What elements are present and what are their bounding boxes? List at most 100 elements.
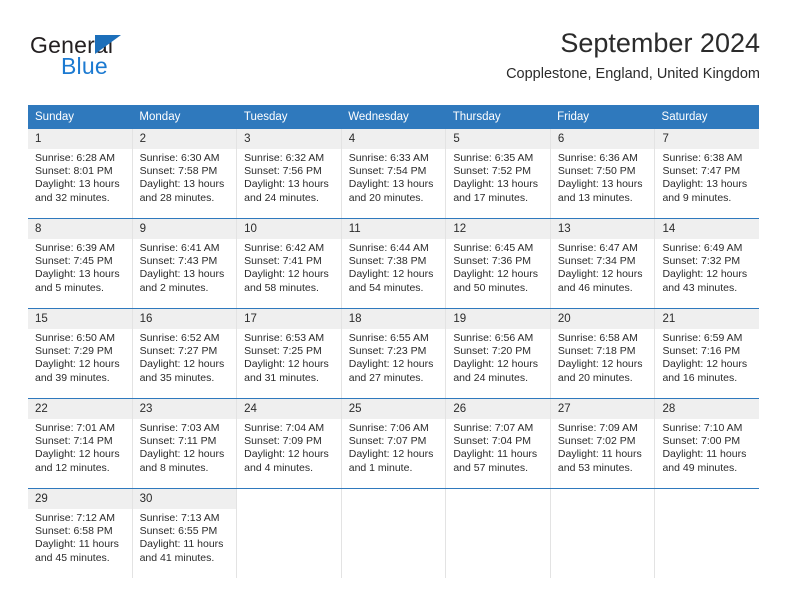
day-number: 28: [655, 399, 760, 419]
day-header-monday: Monday: [139, 111, 181, 123]
calendar-day-cell[interactable]: 27 Sunrise: 7:09 AM Sunset: 7:02 PM Dayligh…: [550, 399, 656, 488]
sunset-text: Sunset: 7:47 PM: [662, 165, 741, 178]
calendar-day-cell[interactable]: 28 Sunrise: 7:10 AM Sunset: 7:00 PM Dayligh…: [655, 399, 760, 488]
calendar-day-cell[interactable]: 13 Sunrise: 6:47 AM Sunset: 7:34 PM Dayligh…: [550, 219, 656, 308]
day-number: 8: [28, 219, 132, 239]
sunrise-text: Sunrise: 6:44 AM: [348, 242, 429, 254]
day-number: 27: [550, 399, 655, 419]
calendar-day-cell[interactable]: 18 Sunrise: 6:55 AM Sunset: 7:23 PM Dayligh…: [341, 309, 447, 398]
calendar-day-cell[interactable]: 24 Sunrise: 7:04 AM Sunset: 7:09 PM Dayligh…: [237, 399, 342, 488]
day-number: [446, 489, 550, 509]
calendar-week-row: 29 Sunrise: 7:12 AM Sunset: 6:58 PM Dayligh…: [28, 488, 760, 578]
calendar-day-cell[interactable]: 8 Sunrise: 6:39 AM Sunset: 7:45 PM Daylight…: [28, 219, 133, 308]
calendar-day-cell[interactable]: 23 Sunrise: 7:03 AM Sunset: 7:11 PM Dayligh…: [132, 399, 238, 488]
day-number: 3: [237, 129, 341, 149]
day-number: 2: [132, 129, 237, 149]
calendar-day-cell[interactable]: 7 Sunrise: 6:38 AM Sunset: 7:47 PM Daylight…: [655, 129, 760, 218]
sunset-text: Sunset: 7:50 PM: [557, 165, 636, 178]
day-details: Sunrise: 7:04 AM Sunset: 7:09 PM Daylight:…: [237, 419, 341, 481]
daylight-text: Daylight: 13 hours and 28 minutes.: [139, 178, 225, 204]
day-details: Sunrise: 7:03 AM Sunset: 7:11 PM Daylight:…: [133, 419, 237, 481]
calendar-week-row: 22 Sunrise: 7:01 AM Sunset: 7:14 PM Dayligh…: [28, 398, 760, 488]
calendar-day-cell[interactable]: 26 Sunrise: 7:07 AM Sunset: 7:04 PM Dayligh…: [446, 399, 551, 488]
calendar-day-cell[interactable]: 9 Sunrise: 6:41 AM Sunset: 7:43 PM Daylight…: [132, 219, 238, 308]
sunset-text: Sunset: 7:58 PM: [139, 165, 218, 178]
sunset-text: Sunset: 7:52 PM: [453, 165, 531, 178]
sunrise-text: Sunrise: 6:28 AM: [35, 152, 115, 164]
sunrise-text: Sunrise: 6:33 AM: [348, 152, 429, 164]
sunrise-text: Sunrise: 6:39 AM: [35, 242, 115, 254]
sunset-text: Sunset: 7:00 PM: [662, 435, 741, 448]
sunrise-text: Sunrise: 6:45 AM: [453, 242, 534, 254]
daylight-text: Daylight: 13 hours and 17 minutes.: [453, 178, 538, 204]
day-details: Sunrise: 6:41 AM Sunset: 7:43 PM Daylight:…: [133, 239, 237, 301]
sunset-text: Sunset: 7:14 PM: [35, 435, 113, 448]
calendar-day-cell[interactable]: 29 Sunrise: 7:12 AM Sunset: 6:58 PM Dayligh…: [28, 489, 133, 578]
page-subtitle: Copplestone, England, United Kingdom: [506, 66, 760, 82]
daylight-text: Daylight: 11 hours and 49 minutes.: [662, 448, 747, 474]
page-title: September 2024: [560, 28, 760, 58]
day-details: Sunrise: 7:13 AM Sunset: 6:55 PM Daylight:…: [133, 509, 237, 571]
calendar-day-cell[interactable]: 14 Sunrise: 6:49 AM Sunset: 7:32 PM Dayligh…: [655, 219, 760, 308]
calendar-day-cell[interactable]: 20 Sunrise: 6:58 AM Sunset: 7:18 PM Dayligh…: [550, 309, 656, 398]
day-details: Sunrise: 6:36 AM Sunset: 7:50 PM Daylight:…: [551, 149, 655, 211]
calendar-day-cell[interactable]: 1 Sunrise: 6:28 AM Sunset: 8:01 PM Daylight…: [28, 129, 133, 218]
daylight-text: Daylight: 11 hours and 57 minutes.: [453, 448, 538, 474]
calendar-day-cell[interactable]: 16 Sunrise: 6:52 AM Sunset: 7:27 PM Dayligh…: [132, 309, 238, 398]
day-number: 22: [28, 399, 132, 419]
calendar-cell-empty: [655, 489, 760, 578]
sunrise-text: Sunrise: 6:50 AM: [35, 332, 115, 344]
logo-word-blue: Blue: [61, 53, 108, 79]
sunrise-text: Sunrise: 7:01 AM: [35, 422, 115, 434]
calendar-day-cell[interactable]: 22 Sunrise: 7:01 AM Sunset: 7:14 PM Dayligh…: [28, 399, 133, 488]
calendar-day-cell[interactable]: 30 Sunrise: 7:13 AM Sunset: 6:55 PM Dayligh…: [132, 489, 238, 578]
day-details: Sunrise: 6:59 AM Sunset: 7:16 PM Daylight:…: [655, 329, 759, 391]
day-number: 7: [655, 129, 760, 149]
calendar-day-cell[interactable]: 4 Sunrise: 6:33 AM Sunset: 7:54 PM Daylight…: [341, 129, 447, 218]
sunrise-text: Sunrise: 6:42 AM: [244, 242, 325, 254]
calendar-day-cell[interactable]: 25 Sunrise: 7:06 AM Sunset: 7:07 PM Dayligh…: [341, 399, 447, 488]
daylight-text: Daylight: 12 hours and 27 minutes.: [348, 358, 434, 384]
calendar-day-cell[interactable]: 3 Sunrise: 6:32 AM Sunset: 7:56 PM Daylight…: [237, 129, 342, 218]
day-number: 14: [655, 219, 760, 239]
daylight-text: Daylight: 13 hours and 32 minutes.: [35, 178, 120, 204]
calendar-day-cell[interactable]: 17 Sunrise: 6:53 AM Sunset: 7:25 PM Dayligh…: [237, 309, 342, 398]
sunrise-text: Sunrise: 6:55 AM: [348, 332, 429, 344]
calendar-grid: Sunday Monday Tuesday Wednesday Thursday…: [28, 105, 760, 578]
calendar-day-cell[interactable]: 10 Sunrise: 6:42 AM Sunset: 7:41 PM Dayligh…: [237, 219, 342, 308]
day-details: Sunrise: 7:09 AM Sunset: 7:02 PM Daylight:…: [551, 419, 655, 481]
day-number: 21: [655, 309, 760, 329]
daylight-text: Daylight: 12 hours and 39 minutes.: [35, 358, 120, 384]
sunrise-text: Sunrise: 6:53 AM: [244, 332, 325, 344]
daylight-text: Daylight: 11 hours and 41 minutes.: [139, 538, 224, 564]
day-number: 15: [28, 309, 132, 329]
general-blue-logo[interactable]: General Blue: [28, 32, 258, 88]
day-details: Sunrise: 6:53 AM Sunset: 7:25 PM Daylight:…: [237, 329, 341, 391]
daylight-text: Daylight: 12 hours and 4 minutes.: [244, 448, 329, 474]
daylight-text: Daylight: 12 hours and 31 minutes.: [244, 358, 329, 384]
day-details: Sunrise: 6:55 AM Sunset: 7:23 PM Daylight:…: [342, 329, 446, 391]
daylight-text: Daylight: 12 hours and 24 minutes.: [453, 358, 538, 384]
calendar-day-cell[interactable]: 2 Sunrise: 6:30 AM Sunset: 7:58 PM Daylight…: [132, 129, 238, 218]
calendar-day-cell[interactable]: 15 Sunrise: 6:50 AM Sunset: 7:29 PM Dayligh…: [28, 309, 133, 398]
day-header-sunday: Sunday: [35, 111, 75, 123]
day-details: Sunrise: 7:06 AM Sunset: 7:07 PM Daylight:…: [342, 419, 446, 481]
calendar-day-cell[interactable]: 6 Sunrise: 6:36 AM Sunset: 7:50 PM Daylight…: [550, 129, 656, 218]
calendar-day-cell[interactable]: 21 Sunrise: 6:59 AM Sunset: 7:16 PM Dayligh…: [655, 309, 760, 398]
calendar-cell-empty: [341, 489, 447, 578]
calendar-weeks: 1 Sunrise: 6:28 AM Sunset: 8:01 PM Daylight…: [28, 129, 760, 578]
calendar-cell-empty: [237, 489, 342, 578]
calendar-day-cell[interactable]: 12 Sunrise: 6:45 AM Sunset: 7:36 PM Dayligh…: [446, 219, 551, 308]
day-details: Sunrise: 6:44 AM Sunset: 7:38 PM Daylight:…: [342, 239, 446, 301]
calendar-day-cell[interactable]: 11 Sunrise: 6:44 AM Sunset: 7:38 PM Dayligh…: [341, 219, 447, 308]
daylight-text: Daylight: 12 hours and 54 minutes.: [348, 268, 434, 294]
calendar-day-cell[interactable]: 19 Sunrise: 6:56 AM Sunset: 7:20 PM Dayligh…: [446, 309, 551, 398]
triangle-icon: [95, 35, 121, 54]
daylight-text: Daylight: 11 hours and 45 minutes.: [35, 538, 119, 564]
day-details: Sunrise: 6:42 AM Sunset: 7:41 PM Daylight:…: [237, 239, 341, 301]
calendar-day-cell[interactable]: 5 Sunrise: 6:35 AM Sunset: 7:52 PM Daylight…: [446, 129, 551, 218]
calendar-week-row: 15 Sunrise: 6:50 AM Sunset: 7:29 PM Dayligh…: [28, 308, 760, 398]
daylight-text: Daylight: 12 hours and 8 minutes.: [139, 448, 225, 474]
sunset-text: Sunset: 7:11 PM: [139, 435, 217, 448]
sunrise-text: Sunrise: 7:07 AM: [453, 422, 534, 434]
